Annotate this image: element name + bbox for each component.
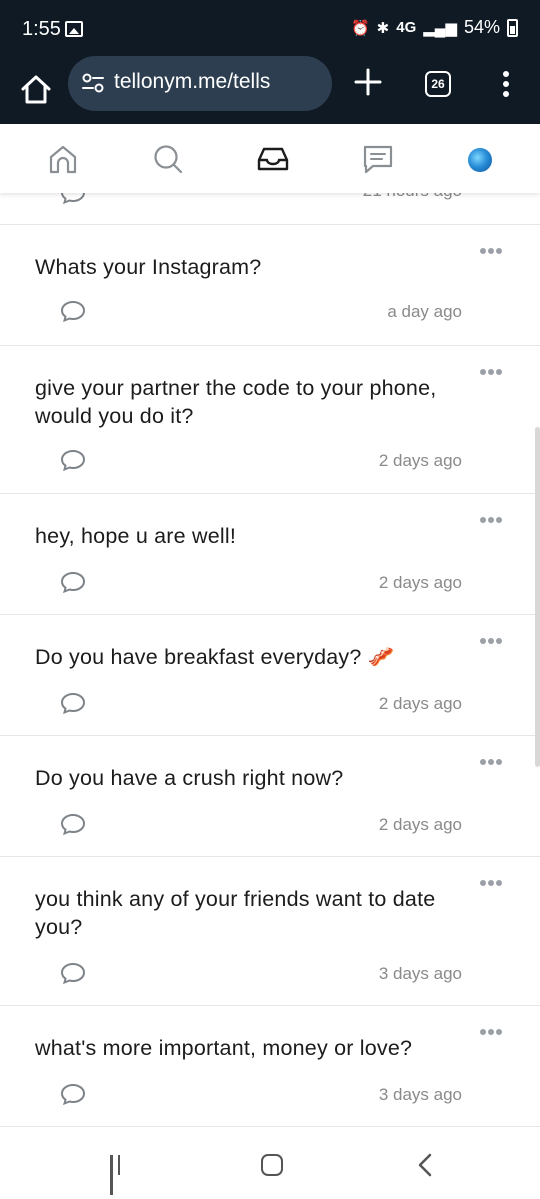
tell-text: Do you have a crush right now? (35, 766, 344, 790)
reply-bubble-icon[interactable] (60, 299, 86, 323)
more-horizontal-icon (480, 369, 486, 375)
more-horizontal-icon (480, 248, 486, 254)
nav-search[interactable] (150, 141, 186, 177)
reply-bubble-icon[interactable] (60, 812, 86, 836)
tell-timestamp: 3 days ago (378, 964, 462, 983)
more-horizontal-icon (480, 1029, 486, 1035)
app-navigation (0, 124, 540, 193)
more-horizontal-icon (480, 759, 486, 765)
tell-text: Whats your Instagram? (35, 255, 262, 279)
inbox-icon (257, 147, 289, 171)
tell-text: Do you have breakfast everyday? 🥓 (35, 645, 395, 669)
tell-text: hey, hope u are well! (35, 524, 237, 548)
alarm-icon: ⏰ (350, 19, 370, 37)
recents-icon (110, 1155, 113, 1175)
tell-timestamp: 21 hours ago (363, 193, 462, 201)
tells-feed: 21 hours ago Whats your Instagram? a day… (0, 193, 540, 1127)
profile-avatar[interactable] (468, 148, 492, 172)
browser-toolbar: tellonym.me/tells 26 (0, 56, 540, 124)
back-button[interactable] (415, 1153, 437, 1177)
home-icon (21, 75, 51, 104)
reply-bubble-icon[interactable] (60, 193, 86, 205)
status-bar: 1:55 ⏰ ✱ 4G ▂▄▆ 54% (0, 0, 540, 58)
battery-percent: 54% (463, 17, 500, 37)
tell-text: you think any of your friends want to da… (35, 887, 436, 939)
reply-bubble-icon[interactable] (60, 1082, 86, 1106)
tell-timestamp: 3 days ago (378, 1085, 462, 1104)
reply-bubble-icon[interactable] (60, 570, 86, 594)
network-type: 4G (396, 19, 417, 36)
system-navigation-bar (0, 1127, 540, 1199)
battery-icon (507, 18, 518, 37)
status-indicators: ⏰ ✱ 4G ▂▄▆ 54% (351, 17, 518, 38)
more-horizontal-icon (480, 517, 486, 523)
new-tab-button[interactable] (352, 66, 384, 102)
status-time: 1:55 (22, 18, 61, 40)
reply-bubble-icon[interactable] (60, 961, 86, 985)
browser-menu-button[interactable] (497, 68, 515, 102)
home-icon (49, 145, 77, 174)
more-options-button[interactable] (480, 638, 504, 646)
tell-text: give your partner the code to your phone… (35, 376, 437, 428)
list-item[interactable]: hey, hope u are well! 2 days ago (0, 494, 540, 615)
nav-inbox[interactable] (255, 141, 291, 177)
tell-timestamp: 2 days ago (378, 573, 462, 592)
tell-timestamp: a day ago (387, 302, 462, 321)
gallery-notification-icon (65, 21, 83, 37)
nav-chat[interactable] (360, 141, 396, 177)
more-vertical-icon (503, 71, 509, 77)
list-item[interactable]: Do you have a crush right now? 2 days ag… (0, 736, 540, 857)
tell-text: what's more important, money or love? (35, 1036, 413, 1060)
reply-bubble-icon[interactable] (60, 691, 86, 715)
bluetooth-icon: ✱ (376, 19, 390, 37)
list-item[interactable]: Whats your Instagram? a day ago (0, 225, 540, 346)
more-options-button[interactable] (480, 1029, 504, 1037)
more-options-button[interactable] (480, 517, 504, 525)
more-options-button[interactable] (480, 759, 504, 767)
more-options-button[interactable] (480, 369, 504, 377)
tab-switcher-button[interactable]: 26 (425, 71, 451, 97)
list-item[interactable]: Do you have breakfast everyday? 🥓 2 days… (0, 615, 540, 736)
more-options-button[interactable] (480, 880, 504, 888)
tell-timestamp: 2 days ago (378, 451, 462, 470)
address-bar[interactable]: tellonym.me/tells (68, 56, 332, 111)
recents-button[interactable] (110, 1155, 132, 1195)
search-icon (154, 145, 183, 174)
page-scrollbar[interactable] (535, 427, 540, 767)
system-home-button[interactable] (261, 1154, 283, 1176)
url-text[interactable]: tellonym.me/tells (114, 70, 270, 94)
list-item[interactable]: what's more important, money or love? 3 … (0, 1006, 540, 1127)
more-horizontal-icon (480, 880, 486, 886)
more-options-button[interactable] (480, 248, 504, 256)
more-horizontal-icon (480, 638, 486, 644)
list-item-partial: 21 hours ago (0, 193, 540, 225)
reply-bubble-icon[interactable] (60, 448, 86, 472)
tell-timestamp: 2 days ago (378, 694, 462, 713)
tell-timestamp: 2 days ago (378, 815, 462, 834)
signal-icon: ▂▄▆ (423, 19, 457, 37)
list-item[interactable]: give your partner the code to your phone… (0, 346, 540, 494)
site-settings-icon[interactable] (82, 73, 104, 93)
browser-home-button[interactable] (18, 71, 54, 107)
plus-icon (354, 68, 382, 96)
chat-icon (363, 145, 393, 174)
nav-home[interactable] (45, 141, 81, 177)
list-item[interactable]: you think any of your friends want to da… (0, 857, 540, 1006)
